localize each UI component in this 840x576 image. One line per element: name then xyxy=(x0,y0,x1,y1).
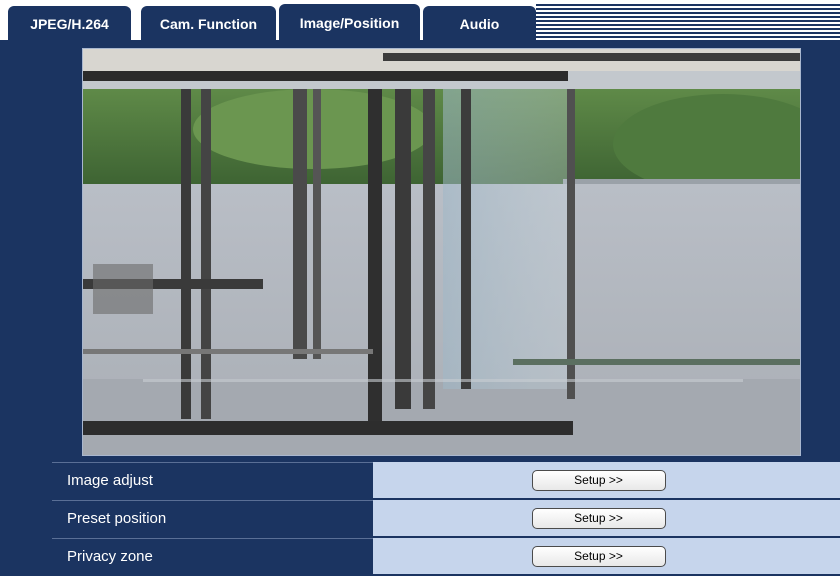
privacy-zone-setup-button[interactable]: Setup >> xyxy=(531,545,666,567)
tab-image-position[interactable]: Image/Position xyxy=(279,4,420,42)
row-label: Privacy zone xyxy=(52,538,373,574)
tab-label: JPEG/H.264 xyxy=(30,16,109,32)
tab-label: Cam. Function xyxy=(159,16,258,32)
image-adjust-setup-button[interactable]: Setup >> xyxy=(531,469,666,491)
settings-table: Image adjust Setup >> Preset position Se… xyxy=(52,462,840,576)
row-value-cell: Setup >> xyxy=(373,462,840,498)
settings-row-preset-position: Preset position Setup >> xyxy=(52,500,840,536)
camera-setup-page: JPEG/H.264 Cam. Function Image/Position … xyxy=(0,0,840,574)
row-label: Preset position xyxy=(52,500,373,536)
tab-cam-function[interactable]: Cam. Function xyxy=(141,6,276,42)
settings-row-image-adjust: Image adjust Setup >> xyxy=(52,462,840,498)
tab-audio[interactable]: Audio xyxy=(423,6,536,42)
tab-label: Audio xyxy=(459,16,500,32)
camera-live-image xyxy=(82,48,801,456)
tab-bar-decoration xyxy=(536,4,840,40)
tab-jpeg-h264[interactable]: JPEG/H.264 xyxy=(8,6,131,42)
settings-row-privacy-zone: Privacy zone Setup >> xyxy=(52,538,840,574)
tab-bar: JPEG/H.264 Cam. Function Image/Position … xyxy=(0,0,840,42)
row-value-cell: Setup >> xyxy=(373,500,840,536)
row-value-cell: Setup >> xyxy=(373,538,840,574)
preset-position-setup-button[interactable]: Setup >> xyxy=(531,507,666,529)
tab-label: Image/Position xyxy=(299,15,400,31)
row-label: Image adjust xyxy=(52,462,373,498)
